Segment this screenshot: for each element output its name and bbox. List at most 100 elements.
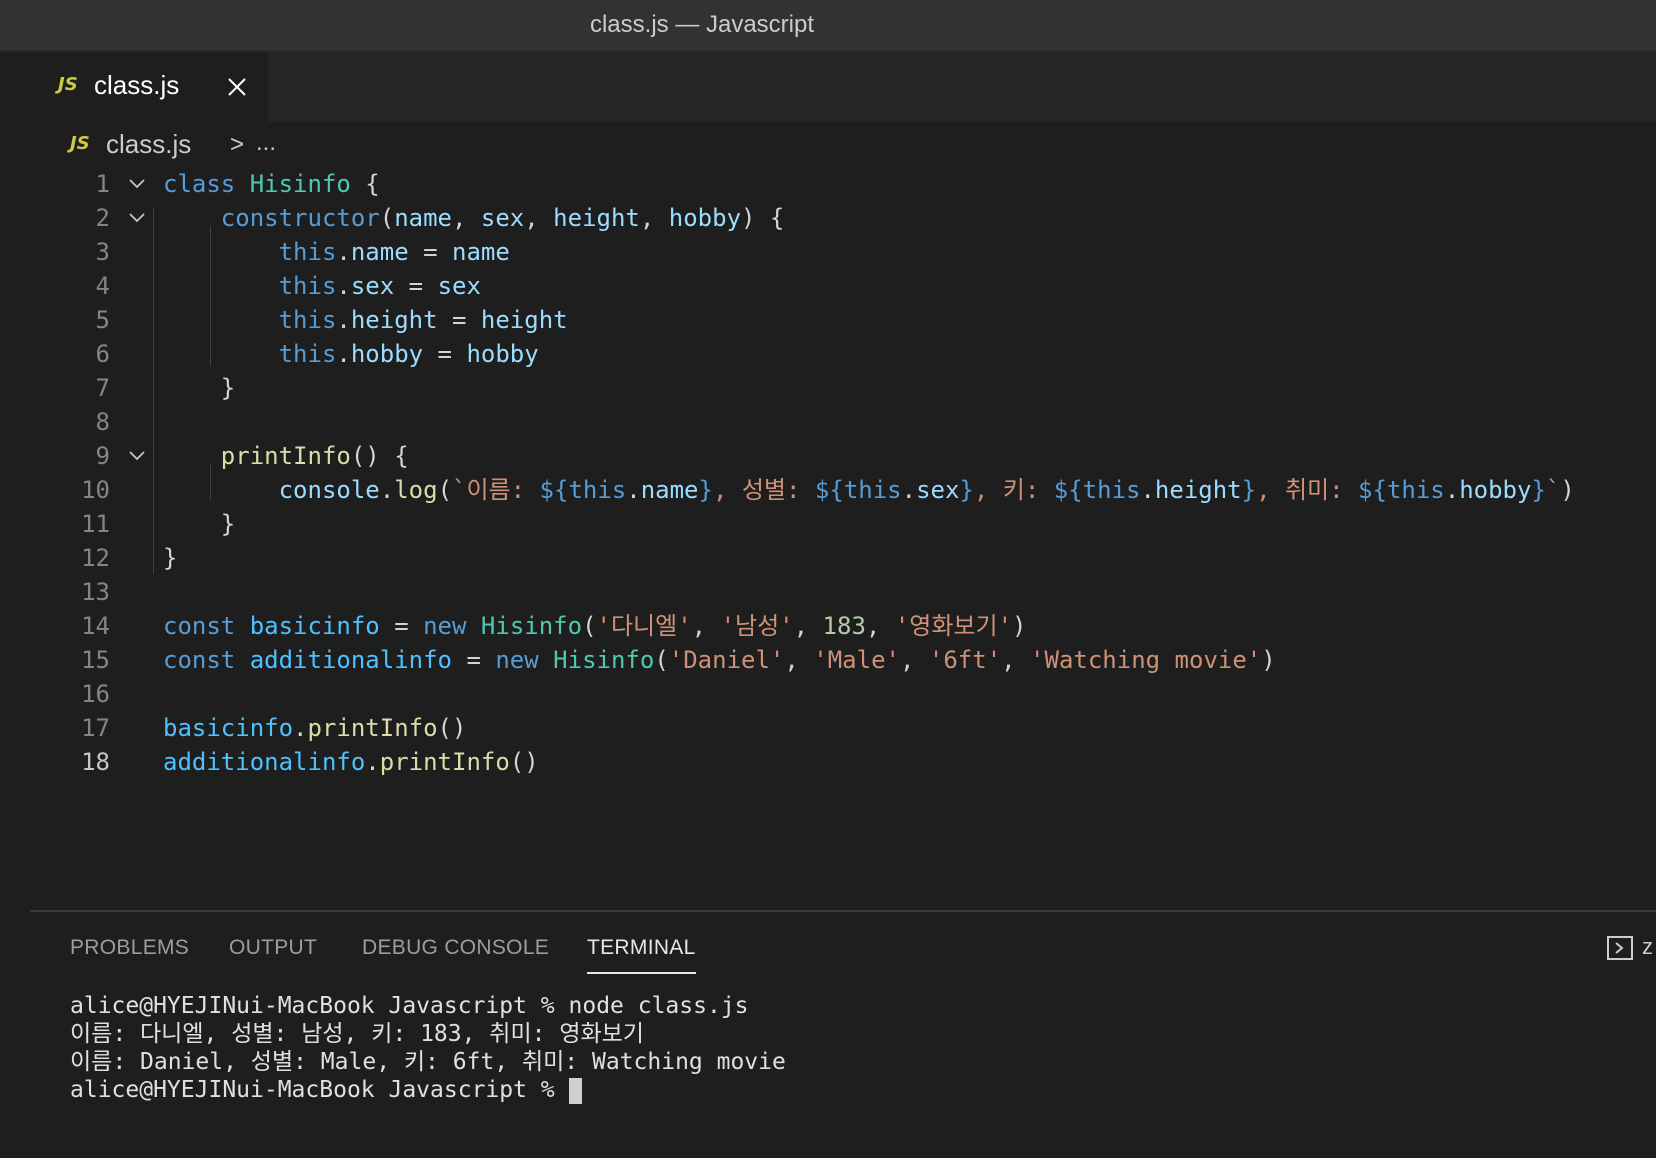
code-text: class Hisinfo {	[163, 166, 380, 202]
code-line[interactable]: 8	[30, 404, 1656, 440]
breadcrumb-separator: >	[230, 131, 245, 158]
code-line[interactable]: 16	[30, 676, 1656, 712]
code-text: }	[163, 370, 235, 406]
activity-bar	[0, 52, 30, 1158]
tab-terminal[interactable]: TERMINAL	[587, 936, 696, 974]
code-token: additionalinfo	[163, 748, 366, 776]
code-line[interactable]: 4 this.sex = sex	[30, 268, 1656, 304]
code-token: height	[350, 306, 438, 334]
code-token: this	[278, 340, 337, 368]
code-token: }	[1531, 476, 1546, 504]
code-token: hobby	[350, 340, 424, 368]
code-token: =	[394, 272, 438, 300]
code-token: log	[394, 476, 438, 504]
code-token: hobby	[668, 204, 742, 232]
chevron-down-icon[interactable]	[128, 448, 146, 464]
code-line[interactable]: 2 constructor(name, sex, height, hobby) …	[30, 200, 1656, 236]
code-text: additionalinfo.printInfo()	[163, 744, 539, 780]
code-token: }	[163, 510, 236, 538]
terminal-icon[interactable]	[1606, 934, 1634, 962]
code-token: (	[654, 646, 669, 674]
code-line[interactable]: 9 printInfo() {	[30, 438, 1656, 474]
code-line[interactable]: 15 const additionalinfo = new Hisinfo('Da…	[30, 642, 1656, 678]
code-line[interactable]: 14 const basicinfo = new Hisinfo('다니엘', '…	[30, 608, 1656, 644]
code-token: , 취미:	[1256, 476, 1359, 504]
code-token: 183	[822, 612, 866, 640]
code-token: const	[163, 612, 236, 640]
terminal-line: 이름: Daniel, 성별: Male, 키: 6ft, 취미: Watchi…	[70, 1049, 786, 1075]
code-token: height	[480, 306, 568, 334]
chevron-down-icon[interactable]	[128, 210, 146, 226]
code-token: () {	[350, 442, 409, 470]
code-token: .	[365, 748, 380, 776]
terminal-output[interactable]: alice@HYEJINui-MacBook Javascript % node…	[70, 992, 1656, 1104]
code-token: }	[1241, 476, 1257, 504]
code-editor[interactable]: 1 class Hisinfo {2 constructor(name, sex,…	[30, 166, 1656, 982]
terminal-prompt-line: alice@HYEJINui-MacBook Javascript %	[70, 1076, 1656, 1104]
code-token: printInfo	[379, 748, 510, 776]
code-token: this	[278, 238, 337, 266]
code-token: .	[336, 340, 351, 368]
editor-tab-bar: JS class.js	[30, 52, 1656, 122]
terminal-line: alice@HYEJINui-MacBook Javascript % node…	[70, 993, 749, 1019]
bottom-panel: PROBLEMS OUTPUT DEBUG CONSOLE TERMINAL z…	[30, 910, 1656, 1158]
terminal-cursor	[568, 1077, 582, 1104]
code-line[interactable]: 1 class Hisinfo {	[30, 166, 1656, 202]
code-line[interactable]: 3 this.name = name	[30, 234, 1656, 270]
code-token: height	[1154, 476, 1242, 504]
tab-output[interactable]: OUTPUT	[229, 936, 317, 960]
code-line[interactable]: 11 }	[30, 506, 1656, 542]
code-token: }	[163, 544, 178, 572]
code-line[interactable]: 10 console.log(`이름: ${this.name}, 성별: ${…	[30, 472, 1656, 508]
tab-class-js[interactable]: JS class.js	[30, 52, 268, 122]
line-number: 14	[81, 612, 110, 640]
code-token: ,	[524, 204, 554, 232]
chevron-down-icon[interactable]	[128, 176, 146, 192]
code-token: height	[553, 204, 640, 232]
code-token: ${	[1358, 476, 1387, 504]
line-number: 18	[81, 748, 110, 776]
breadcrumb-more[interactable]: ...	[256, 129, 276, 157]
code-token: .	[293, 714, 308, 742]
code-line[interactable]: 13	[30, 574, 1656, 610]
code-text: constructor(name, sex, height, hobby) {	[163, 200, 785, 236]
code-text: this.name = name	[163, 234, 510, 270]
line-number: 10	[81, 476, 110, 504]
code-token: }	[698, 476, 713, 504]
code-token: ${	[1053, 476, 1083, 504]
code-token: {	[350, 170, 380, 198]
terminal-label-cut: z	[1642, 934, 1653, 959]
code-token: const	[163, 646, 236, 674]
code-token: new	[423, 612, 467, 640]
code-token: }	[163, 374, 236, 402]
line-number: 11	[81, 510, 110, 538]
code-line[interactable]: 18 additionalinfo.printInfo()	[30, 744, 1656, 780]
breadcrumb-file[interactable]: class.js	[106, 129, 191, 160]
code-line[interactable]: 7 }	[30, 370, 1656, 406]
code-token: name	[640, 476, 699, 504]
code-token: ,	[639, 204, 669, 232]
tab-problems[interactable]: PROBLEMS	[70, 936, 189, 960]
close-icon[interactable]	[226, 76, 248, 98]
code-line[interactable]: 5 this.height = height	[30, 302, 1656, 338]
line-number: 13	[81, 578, 110, 606]
tab-debug-console[interactable]: DEBUG CONSOLE	[362, 936, 549, 960]
code-token: '남성'	[720, 612, 794, 640]
code-line[interactable]: 17 basicinfo.printInfo()	[30, 710, 1656, 746]
code-token: =	[452, 646, 496, 674]
code-token: this	[568, 476, 627, 504]
code-token: (	[379, 204, 395, 232]
code-token: basicinfo	[163, 714, 294, 742]
code-token: sex	[480, 204, 525, 232]
terminal-prompt: alice@HYEJINui-MacBook Javascript %	[70, 1077, 569, 1103]
code-line[interactable]: 6 this.hobby = hobby	[30, 336, 1656, 372]
code-token: constructor	[220, 204, 380, 232]
code-line[interactable]: 12}	[30, 540, 1656, 576]
line-number: 16	[81, 680, 110, 708]
